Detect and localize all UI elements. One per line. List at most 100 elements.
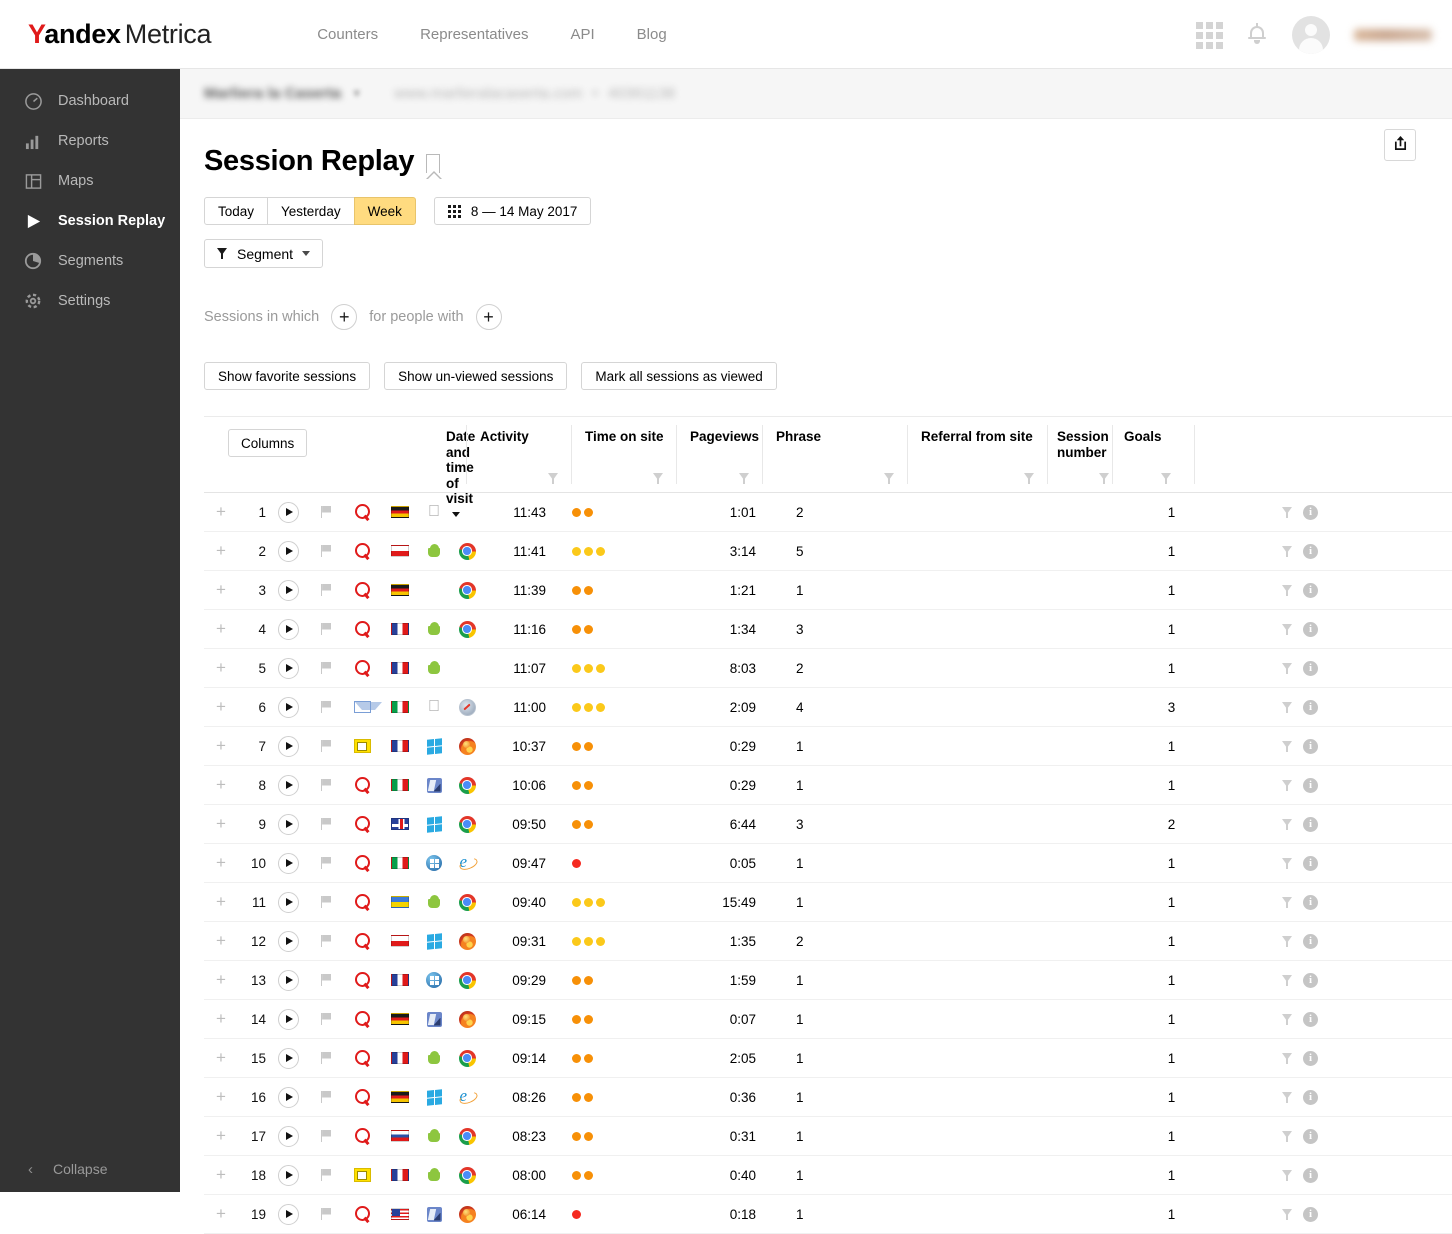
sidebar-item-maps[interactable]: Maps bbox=[0, 161, 180, 201]
expand-row-button[interactable]: + bbox=[204, 1048, 238, 1068]
info-icon[interactable]: i bbox=[1303, 738, 1318, 754]
info-icon[interactable]: i bbox=[1303, 777, 1318, 793]
info-icon[interactable]: i bbox=[1303, 660, 1318, 676]
table-row[interactable]: +18 08:00 0:40 1 1 i bbox=[204, 1156, 1452, 1195]
expand-row-button[interactable]: + bbox=[204, 853, 238, 873]
expand-row-button[interactable]: + bbox=[204, 619, 238, 639]
expand-row-button[interactable]: + bbox=[204, 1165, 238, 1185]
filter-funnel-icon[interactable] bbox=[1282, 1208, 1293, 1220]
play-session-button[interactable] bbox=[266, 1008, 310, 1030]
header-pageviews[interactable]: Pageviews bbox=[676, 417, 762, 492]
info-icon[interactable]: i bbox=[1303, 1206, 1318, 1222]
favorite-flag-icon[interactable] bbox=[310, 935, 342, 947]
play-session-button[interactable] bbox=[266, 1164, 310, 1186]
filter-funnel-icon[interactable] bbox=[1282, 1052, 1293, 1064]
filter-funnel-icon[interactable] bbox=[1282, 662, 1293, 674]
bookmark-icon[interactable] bbox=[426, 154, 441, 173]
sidebar-item-segments[interactable]: Segments bbox=[0, 241, 180, 281]
info-icon[interactable]: i bbox=[1303, 816, 1318, 832]
play-session-button[interactable] bbox=[266, 579, 310, 601]
filter-funnel-icon[interactable] bbox=[739, 473, 750, 484]
table-row[interactable]: +7 10:37 0:29 1 1 i bbox=[204, 727, 1452, 766]
expand-row-button[interactable]: + bbox=[204, 814, 238, 834]
filter-funnel-icon[interactable] bbox=[1282, 818, 1293, 830]
favorite-flag-icon[interactable] bbox=[310, 584, 342, 596]
info-icon[interactable]: i bbox=[1303, 1128, 1318, 1144]
table-row[interactable]: +2 11:41 3:14 5 1 i bbox=[204, 532, 1452, 571]
apps-grid-icon[interactable] bbox=[1196, 21, 1223, 49]
add-people-condition-button[interactable]: + bbox=[475, 304, 502, 330]
expand-row-button[interactable]: + bbox=[204, 658, 238, 678]
add-session-condition-button[interactable]: + bbox=[331, 304, 358, 330]
nav-item-representatives[interactable]: Representatives bbox=[420, 26, 528, 43]
expand-row-button[interactable]: + bbox=[204, 1087, 238, 1107]
header-session-number[interactable]: Session number bbox=[1047, 417, 1112, 492]
filter-funnel-icon[interactable] bbox=[1282, 623, 1293, 635]
play-session-button[interactable] bbox=[266, 774, 310, 796]
info-icon[interactable]: i bbox=[1303, 1011, 1318, 1027]
expand-row-button[interactable]: + bbox=[204, 892, 238, 912]
mark-all-viewed-button[interactable]: Mark all sessions as viewed bbox=[581, 362, 777, 390]
filter-funnel-icon[interactable] bbox=[1282, 545, 1293, 557]
expand-row-button[interactable]: + bbox=[204, 502, 238, 522]
play-session-button[interactable] bbox=[266, 540, 310, 562]
expand-row-button[interactable]: + bbox=[204, 931, 238, 951]
filter-funnel-icon[interactable] bbox=[1282, 584, 1293, 596]
info-icon[interactable]: i bbox=[1303, 1050, 1318, 1066]
filter-funnel-icon[interactable] bbox=[1282, 506, 1293, 518]
filter-funnel-icon[interactable] bbox=[1282, 935, 1293, 947]
sort-caret-icon[interactable] bbox=[452, 512, 460, 518]
date-button-yesterday[interactable]: Yesterday bbox=[267, 197, 355, 225]
play-session-button[interactable] bbox=[266, 1203, 310, 1225]
filter-funnel-icon[interactable] bbox=[1024, 473, 1035, 484]
play-session-button[interactable] bbox=[266, 696, 310, 718]
favorite-flag-icon[interactable] bbox=[310, 701, 342, 713]
table-row[interactable]: +17 08:23 0:31 1 1 i bbox=[204, 1117, 1452, 1156]
favorite-flag-icon[interactable] bbox=[310, 623, 342, 635]
filter-funnel-icon[interactable] bbox=[1282, 974, 1293, 986]
expand-row-button[interactable]: + bbox=[204, 736, 238, 756]
table-row[interactable]: +13 09:29 1:59 1 1 i bbox=[204, 961, 1452, 1000]
info-icon[interactable]: i bbox=[1303, 621, 1318, 637]
favorite-flag-icon[interactable] bbox=[310, 1091, 342, 1103]
sidebar-item-dashboard[interactable]: Dashboard bbox=[0, 81, 180, 121]
expand-row-button[interactable]: + bbox=[204, 1204, 238, 1224]
header-referral-from-site[interactable]: Referral from site bbox=[907, 417, 1047, 492]
filter-funnel-icon[interactable] bbox=[1282, 1169, 1293, 1181]
play-session-button[interactable] bbox=[266, 657, 310, 679]
filter-funnel-icon[interactable] bbox=[1282, 701, 1293, 713]
table-row[interactable]: +15 09:14 2:05 1 1 i bbox=[204, 1039, 1452, 1078]
table-row[interactable]: +11 09:40 15:49 1 1 i bbox=[204, 883, 1452, 922]
play-session-button[interactable] bbox=[266, 1047, 310, 1069]
expand-row-button[interactable]: + bbox=[204, 970, 238, 990]
favorite-flag-icon[interactable] bbox=[310, 896, 342, 908]
header-date-and-time[interactable]: Date and time of visit bbox=[204, 417, 475, 518]
info-icon[interactable]: i bbox=[1303, 699, 1318, 715]
filter-funnel-icon[interactable] bbox=[1282, 1013, 1293, 1025]
expand-row-button[interactable]: + bbox=[204, 1009, 238, 1029]
filter-funnel-icon[interactable] bbox=[1161, 473, 1172, 484]
favorite-flag-icon[interactable] bbox=[310, 1208, 342, 1220]
filter-funnel-icon[interactable] bbox=[1282, 1130, 1293, 1142]
app-logo[interactable]: Yandex Metrica bbox=[28, 19, 212, 50]
expand-row-button[interactable]: + bbox=[204, 580, 238, 600]
info-icon[interactable]: i bbox=[1303, 582, 1318, 598]
play-session-button[interactable] bbox=[266, 852, 310, 874]
notifications-bell-icon[interactable] bbox=[1246, 22, 1268, 48]
play-session-button[interactable] bbox=[266, 1086, 310, 1108]
header-phrase[interactable]: Phrase bbox=[762, 417, 907, 492]
sidebar-item-settings[interactable]: Settings bbox=[0, 281, 180, 321]
sidebar-collapse-button[interactable]: ‹ Collapse bbox=[0, 1152, 180, 1186]
play-session-button[interactable] bbox=[266, 969, 310, 991]
favorite-flag-icon[interactable] bbox=[310, 818, 342, 830]
info-icon[interactable]: i bbox=[1303, 855, 1318, 871]
avatar[interactable] bbox=[1292, 15, 1330, 54]
filter-funnel-icon[interactable] bbox=[1282, 857, 1293, 869]
table-row[interactable]: +1  11:43 1:01 2 1 i bbox=[204, 493, 1452, 532]
info-icon[interactable]: i bbox=[1303, 1167, 1318, 1183]
filter-funnel-icon[interactable] bbox=[1282, 740, 1293, 752]
play-session-button[interactable] bbox=[266, 501, 310, 523]
favorite-flag-icon[interactable] bbox=[310, 974, 342, 986]
breadcrumb-site[interactable]: www.marlieralacaserta.com bbox=[394, 85, 582, 102]
filter-funnel-icon[interactable] bbox=[548, 473, 559, 484]
